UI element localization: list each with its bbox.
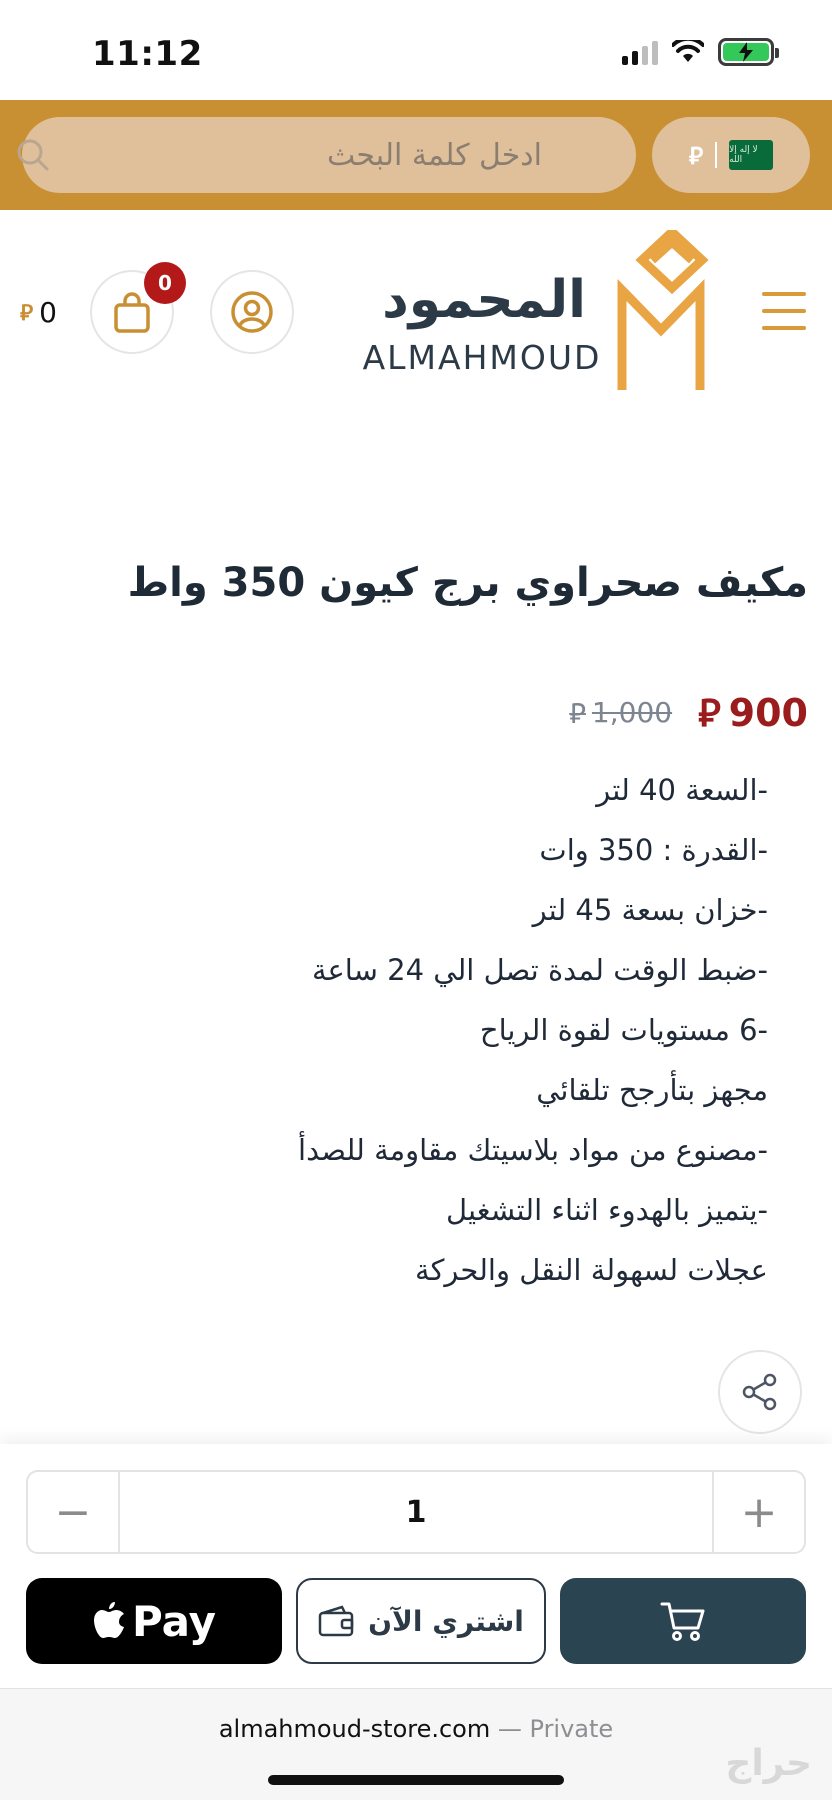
cellular-signal-icon	[622, 39, 658, 65]
wallet-icon	[318, 1605, 354, 1637]
purchase-buttons: Pay اشتري الآن	[26, 1578, 806, 1664]
riyal-currency-icon: ⃁	[20, 300, 34, 326]
cart-count-badge: 0	[144, 262, 186, 304]
user-icon	[231, 291, 273, 333]
current-price: 900 ⃁	[698, 688, 808, 737]
product-title: مكيف صحراوي برج كيون 350 واط	[127, 560, 808, 606]
url-separator: —	[490, 1715, 530, 1743]
hamburger-menu-icon[interactable]	[762, 292, 806, 330]
feature-item: -يتميز بالهدوء اثناء التشغيل	[445, 1193, 768, 1227]
apple-pay-label: Pay	[131, 1596, 217, 1646]
cart-total-value: 0	[39, 296, 57, 329]
apple-logo-icon	[93, 1602, 124, 1638]
url-text[interactable]: almahmoud-store.com — Private	[0, 1715, 832, 1743]
feature-item: -السعة 40 لتر	[596, 773, 768, 807]
cart-icon	[660, 1602, 705, 1641]
url-domain: almahmoud-store.com	[218, 1715, 491, 1743]
decrease-quantity-button[interactable]: −	[28, 1472, 120, 1552]
search-header: ⃁ لا إله إلا الله	[0, 100, 832, 210]
buy-now-button[interactable]: اشتري الآن	[296, 1578, 546, 1664]
watermark: حراج	[725, 1743, 812, 1784]
status-bar: 11:12	[0, 0, 832, 100]
feature-item: -القدرة : 350 وات	[539, 833, 768, 867]
feature-item: مجهز بتأرجح تلقائي	[536, 1073, 768, 1107]
search-input[interactable]	[92, 117, 612, 193]
feature-item: -ضبط الوقت لمدة تصل الي 24 ساعة	[311, 953, 768, 987]
feature-item: -خزان بسعة 45 لتر	[532, 893, 768, 927]
battery-icon	[718, 38, 779, 66]
current-price-value: 900	[728, 690, 808, 735]
add-to-cart-button[interactable]	[560, 1578, 806, 1664]
search-icon[interactable]	[16, 138, 50, 172]
search-box[interactable]	[17, 117, 636, 193]
riyal-currency-icon: ⃁	[569, 697, 586, 730]
cart-button[interactable]: 0	[90, 262, 186, 354]
browser-url-bar[interactable]: almahmoud-store.com — Private حراج	[0, 1688, 832, 1800]
status-time: 11:12	[92, 34, 203, 74]
brand-name-english: ALMAHMOUD	[362, 338, 602, 377]
saudi-flag-icon: لا إله إلا الله	[729, 140, 774, 170]
quantity-stepper: − 1 +	[26, 1470, 806, 1554]
feature-item: -مصنوع من مواد بلاسيتك مقاومة للصدأ	[298, 1133, 768, 1167]
country-currency-selector[interactable]: ⃁ لا إله إلا الله	[652, 117, 810, 193]
brand-name-arabic: المحمود	[382, 270, 586, 330]
site-header: المحمود ALMAHMOUD 0 ⃁ 0	[0, 210, 832, 420]
price-row: 900 ⃁ 1,000 ⃁	[569, 688, 808, 737]
apple-pay-button[interactable]: Pay	[26, 1578, 282, 1664]
buy-now-label: اشتري الآن	[368, 1604, 524, 1638]
divider	[715, 142, 718, 168]
increase-quantity-button[interactable]: +	[712, 1472, 804, 1552]
cart-total: ⃁ 0	[20, 296, 57, 329]
quantity-value[interactable]: 1	[120, 1472, 712, 1552]
product-features-list: -السعة 40 لتر -القدرة : 350 وات -خزان بس…	[68, 770, 768, 1310]
share-icon	[742, 1373, 777, 1411]
private-browsing-label: Private	[529, 1715, 614, 1743]
riyal-currency-icon: ⃁	[688, 141, 704, 170]
original-price: 1,000 ⃁	[569, 694, 672, 731]
share-button[interactable]	[718, 1350, 802, 1434]
account-button[interactable]	[210, 270, 294, 354]
feature-item: عجلات لسهولة النقل والحركة	[415, 1253, 768, 1287]
original-price-value: 1,000	[591, 696, 673, 729]
shopping-bag-icon	[114, 292, 150, 333]
feature-item: -6 مستويات لقوة الرياح	[479, 1013, 768, 1047]
home-indicator[interactable]	[268, 1775, 564, 1785]
purchase-panel: − 1 + Pay اشتري الآن	[0, 1444, 832, 1688]
wifi-icon	[672, 40, 704, 62]
riyal-currency-icon: ⃁	[698, 691, 721, 735]
status-icons	[622, 38, 779, 66]
